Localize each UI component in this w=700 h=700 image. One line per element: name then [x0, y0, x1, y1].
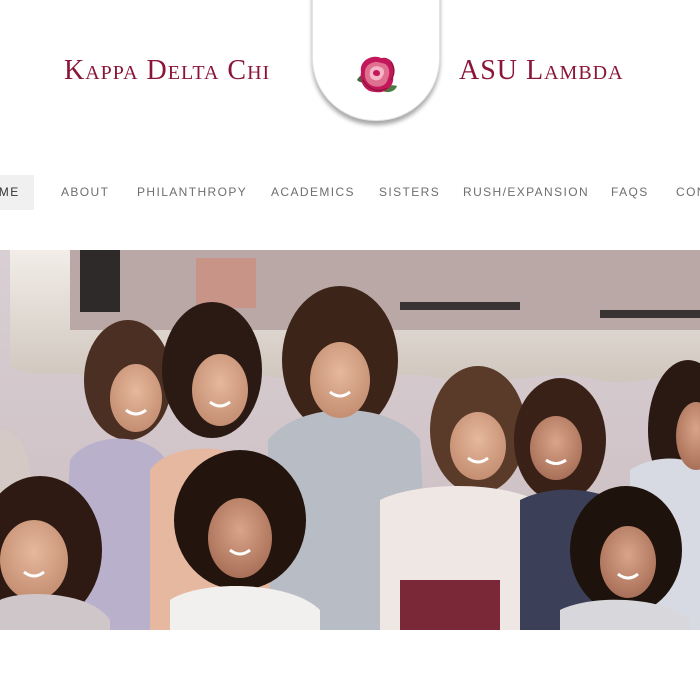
- site-header: Kappa Delta Chi ASU Lambda: [0, 0, 700, 140]
- main-nav: Home About Philanthropy Academics Sister…: [0, 175, 700, 210]
- rose-icon: [357, 56, 397, 93]
- hero-photo: [0, 250, 700, 630]
- logo-emblem[interactable]: [312, 0, 440, 121]
- chapter-name[interactable]: ASU Lambda: [459, 54, 624, 88]
- nav-item-about[interactable]: About: [61, 175, 109, 210]
- nav-item-rush-expansion[interactable]: Rush/Expansion: [463, 175, 589, 210]
- nav-item-sisters[interactable]: Sisters: [379, 175, 440, 210]
- nav-item-faqs[interactable]: FAQs: [611, 175, 649, 210]
- nav-item-contact[interactable]: Contact: [676, 175, 700, 210]
- nav-item-philanthropy[interactable]: Philanthropy: [137, 175, 247, 210]
- page: Kappa Delta Chi ASU Lambda Home About Ph…: [0, 0, 700, 700]
- org-name[interactable]: Kappa Delta Chi: [64, 54, 270, 88]
- group-photo: [0, 250, 700, 630]
- nav-item-home[interactable]: Home: [0, 175, 34, 210]
- nav-item-academics[interactable]: Academics: [271, 175, 355, 210]
